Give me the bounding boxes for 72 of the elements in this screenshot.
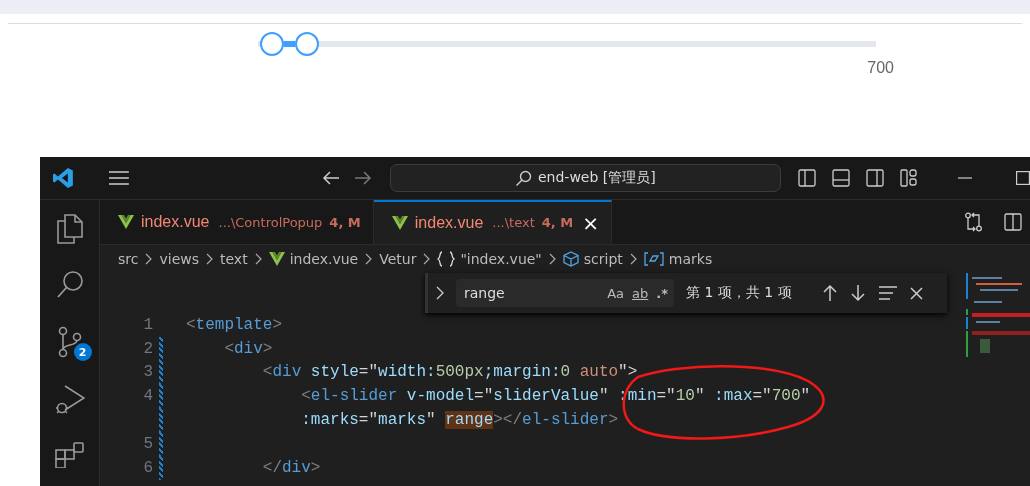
line-number: 3	[143, 363, 153, 382]
breadcrumb-item[interactable]: "index.vue"	[437, 251, 542, 267]
tab-problem-count: 4, M	[329, 214, 361, 230]
vscode-logo-icon	[52, 167, 74, 189]
breadcrumb-item[interactable]: views	[159, 251, 199, 267]
customize-layout-icon[interactable]	[900, 169, 918, 187]
slider-thumb[interactable]	[295, 32, 320, 56]
vue-file-icon	[118, 215, 134, 229]
breadcrumb-item[interactable]: script	[562, 251, 623, 267]
braces-icon	[437, 251, 456, 267]
files-icon[interactable]	[55, 214, 84, 244]
chevron-right-icon	[365, 253, 373, 265]
line-number: 4	[143, 387, 153, 406]
breadcrumb-item[interactable]: Vetur	[379, 251, 417, 267]
arrow-up-icon[interactable]	[821, 284, 838, 302]
search-icon[interactable]	[55, 270, 84, 300]
breadcrumb-item[interactable]: index.vue	[268, 251, 359, 267]
find-option-toggle[interactable]: .*	[656, 285, 668, 301]
maximize-icon[interactable]	[1016, 171, 1030, 185]
arrow-down-icon[interactable]	[849, 284, 866, 302]
close-tab-button[interactable]: ×	[582, 210, 599, 235]
tab-problem-count: 4, M	[541, 215, 574, 230]
line-number: 6	[143, 458, 153, 477]
notification-badge: 2	[73, 343, 92, 361]
line-number: 1	[143, 315, 153, 334]
code-line: <div style="width:500px;margin:0 auto">	[261, 363, 638, 382]
chevron-right-icon	[206, 253, 213, 265]
slider-range-fill	[284, 41, 296, 47]
cube-icon	[562, 251, 579, 267]
variable-icon	[643, 252, 664, 266]
menu-icon[interactable]	[107, 170, 130, 186]
slider-mark-label: 700	[867, 59, 894, 77]
forward-arrow-icon[interactable]	[353, 170, 372, 186]
chevron-right-icon	[145, 253, 153, 265]
find-input[interactable]: range Aa ab .*	[456, 279, 674, 307]
vue-file-icon	[268, 252, 285, 266]
find-option-toggle[interactable]: Aa	[607, 285, 625, 301]
compare-changes-icon[interactable]	[964, 212, 984, 232]
close-icon[interactable]	[909, 286, 923, 300]
search-icon	[514, 169, 532, 187]
tab-file-name: index.vue	[414, 213, 484, 232]
code-line: <div>	[223, 339, 273, 358]
secondary-sidebar-icon[interactable]	[866, 169, 884, 187]
code-line: :marks="marks" range></el-slider>	[300, 411, 619, 430]
chevron-right-icon	[629, 253, 637, 265]
find-in-selection-icon[interactable]	[877, 286, 898, 300]
breadcrumb-item[interactable]: text	[220, 251, 248, 267]
back-arrow-icon[interactable]	[321, 170, 340, 186]
split-editor-icon[interactable]	[1004, 213, 1022, 231]
chevron-right-icon[interactable]	[436, 286, 444, 300]
sidebar-layout-icon[interactable]	[798, 169, 816, 187]
tab-file-path: ...\text	[492, 215, 535, 230]
breadcrumb-item[interactable]: marks	[643, 251, 713, 267]
vue-file-icon	[391, 215, 408, 230]
chevron-right-icon	[548, 253, 556, 265]
find-option-toggle[interactable]: ab	[632, 285, 649, 301]
editor-tab[interactable]: index.vue ...\text 4, M ×	[373, 200, 612, 244]
slider-thumb[interactable]	[260, 32, 285, 56]
chevron-right-icon	[254, 253, 262, 265]
chevron-right-icon	[423, 253, 431, 265]
tab-file-path: ...\ControlPopup	[218, 214, 323, 230]
line-number: 2	[143, 339, 153, 358]
code-line: </div>	[261, 458, 321, 477]
panel-layout-icon[interactable]	[832, 169, 850, 187]
line-number: 5	[143, 434, 153, 453]
breadcrumb-item[interactable]: src	[118, 251, 139, 267]
run-debug-icon[interactable]	[54, 384, 85, 416]
extensions-icon[interactable]	[54, 442, 85, 468]
code-line: <template>	[186, 315, 283, 334]
tab-file-name: index.vue	[141, 213, 210, 231]
command-center[interactable]: end-web [管理员]	[389, 164, 781, 192]
match-count: 第 1 项，共 1 项	[686, 284, 792, 302]
